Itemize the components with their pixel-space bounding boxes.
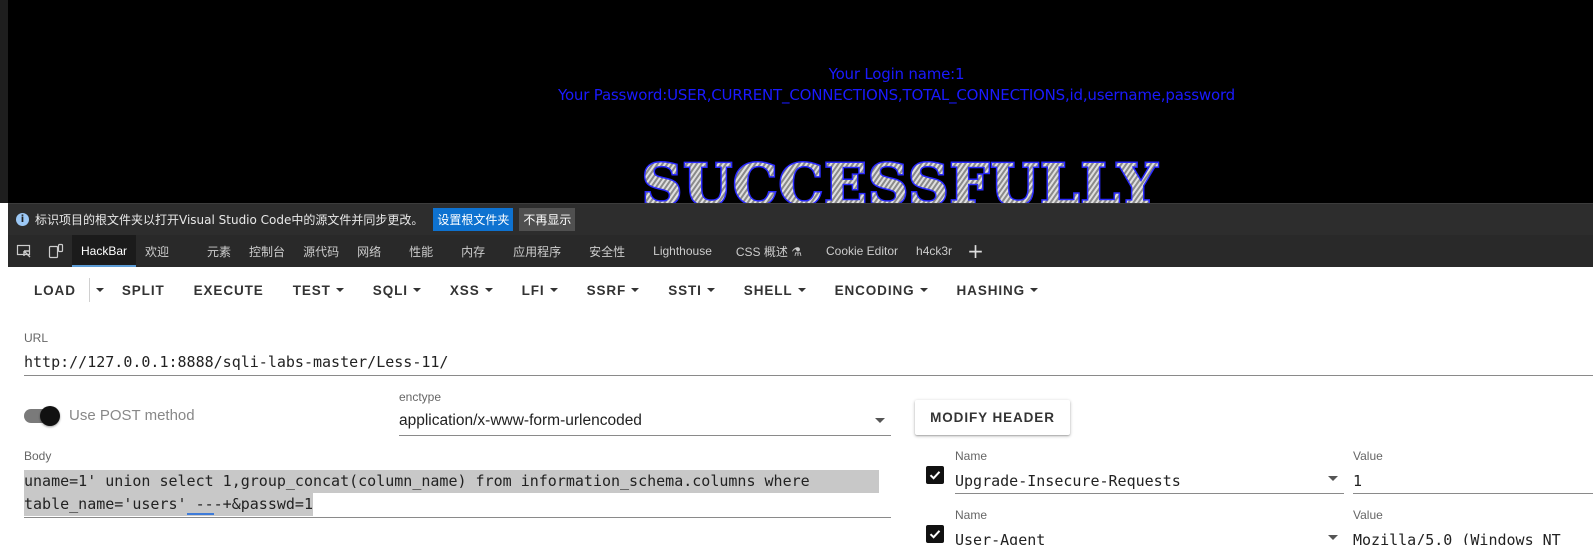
caret-down-icon — [706, 288, 715, 292]
tab-elements[interactable]: 元素 — [198, 235, 240, 267]
checkmark-icon — [929, 471, 941, 480]
tab-css-overview[interactable]: CSS 概述 ⚗ — [727, 235, 811, 267]
header-1-value: 1 — [1353, 472, 1363, 490]
dropdown-arrow-icon — [1328, 535, 1338, 540]
devtools-notification-bar: i 标识项目的根文件夹以打开Visual Studio Code中的源文件并同步… — [8, 203, 1593, 235]
header-2-name-select[interactable]: User-Agent — [955, 528, 1344, 545]
header-1-value-input[interactable]: 1 — [1353, 469, 1593, 494]
caret-down-icon — [919, 288, 928, 292]
password-text: Your Password:USER,CURRENT_CONNECTIONS,T… — [557, 86, 1235, 104]
lfi-menu[interactable]: LFI — [510, 283, 575, 298]
xss-menu-label: XSS — [449, 282, 480, 298]
lfi-menu-label: LFI — [521, 282, 545, 298]
add-tab-icon[interactable]: + — [961, 235, 990, 267]
tab-h4ck3r[interactable]: h4ck3r — [907, 235, 961, 267]
shell-menu[interactable]: SHELL — [732, 283, 823, 298]
header-1-name-label: Name — [955, 449, 988, 463]
ssti-menu-label: SSTI — [668, 282, 702, 298]
url-input[interactable]: http://127.0.0.1:8888/sqli-labs-master/L… — [24, 353, 1593, 376]
body-label: Body — [24, 449, 52, 463]
tab-console[interactable]: 控制台 — [240, 235, 294, 267]
enctype-value: application/x-www-form-urlencoded — [399, 412, 642, 429]
post-method-label: Use POST method — [69, 407, 195, 424]
header-1-name-select[interactable]: Upgrade-Insecure-Requests — [955, 469, 1344, 494]
header-2-value-label: Value — [1353, 508, 1383, 522]
dropdown-arrow-icon — [1328, 476, 1338, 481]
header-2-value-input[interactable]: Mozilla/5.0 (Windows NT — [1353, 528, 1593, 545]
hashing-menu[interactable]: HASHING — [945, 283, 1056, 298]
header-2-value: Mozilla/5.0 (Windows NT — [1353, 531, 1561, 545]
header-1-value-label: Value — [1353, 449, 1383, 463]
tab-network[interactable]: 网络 — [348, 235, 390, 267]
tab-performance[interactable]: 性能 — [400, 235, 442, 267]
toggle-knob — [40, 406, 60, 426]
shell-menu-label: SHELL — [743, 282, 793, 298]
hackbar-toolbar: LOAD SPLIT EXECUTE TEST SQLI XSS LFI SSR… — [8, 267, 1593, 313]
dont-show-again-button[interactable]: 不再显示 — [519, 208, 576, 231]
header-1-checkbox[interactable] — [926, 466, 944, 484]
xss-menu[interactable]: XSS — [438, 283, 510, 298]
enctype-label: enctype — [399, 390, 442, 404]
post-method-toggle[interactable] — [24, 405, 60, 427]
enctype-select[interactable]: application/x-www-form-urlencoded — [399, 409, 891, 436]
tab-security[interactable]: 安全性 — [580, 235, 634, 267]
header-2-checkbox[interactable] — [926, 525, 944, 543]
caret-down-icon — [797, 288, 806, 292]
caret-down-icon — [484, 288, 493, 292]
login-name-text: Your Login name:1 — [828, 65, 965, 83]
caret-down-icon — [549, 288, 558, 292]
modify-header-button[interactable]: MODIFY HEADER — [915, 400, 1070, 435]
header-2-name-label: Name — [955, 508, 988, 522]
tab-welcome[interactable]: 欢迎 — [136, 235, 178, 267]
test-menu-label: TEST — [292, 282, 331, 298]
caret-down-icon — [335, 288, 344, 292]
caret-down-icon — [412, 288, 421, 292]
checkmark-icon — [929, 530, 941, 539]
device-emulation-icon[interactable] — [40, 235, 72, 267]
tab-cookie-editor[interactable]: Cookie Editor — [817, 235, 907, 267]
tab-application[interactable]: 应用程序 — [504, 235, 570, 267]
body-line-2-marked: -- — [186, 495, 214, 515]
load-dropdown-button[interactable] — [90, 288, 110, 292]
ssrf-menu-label: SSRF — [586, 282, 627, 298]
sqli-menu-label: SQLI — [372, 282, 408, 298]
body-line-1: uname=1' union select 1,group_concat(col… — [24, 470, 879, 493]
set-root-folder-button[interactable]: 设置根文件夹 — [433, 208, 514, 231]
split-button[interactable]: SPLIT — [110, 283, 182, 298]
execute-button[interactable]: EXECUTE — [182, 283, 281, 298]
encoding-menu[interactable]: ENCODING — [823, 283, 945, 298]
encoding-menu-label: ENCODING — [834, 282, 915, 298]
info-icon: i — [16, 213, 29, 226]
ssti-menu[interactable]: SSTI — [656, 283, 732, 298]
web-page-viewport: Your Login name:1 Your Password:USER,CUR… — [0, 0, 1593, 203]
url-label: URL — [24, 331, 49, 345]
window-left-edge — [0, 0, 8, 203]
tab-lighthouse[interactable]: Lighthouse — [644, 235, 721, 267]
ssrf-menu[interactable]: SSRF — [575, 283, 657, 298]
dropdown-arrow-icon — [875, 418, 885, 423]
caret-down-icon — [95, 288, 104, 292]
header-2-name: User-Agent — [955, 531, 1046, 545]
banner-text: SUCCESSFULLY — [642, 152, 1159, 203]
test-menu[interactable]: TEST — [281, 283, 361, 298]
successfully-banner-image: SUCCESSFULLY — [640, 151, 1159, 204]
hashing-menu-label: HASHING — [956, 282, 1026, 298]
tab-memory[interactable]: 内存 — [452, 235, 494, 267]
tab-sources[interactable]: 源代码 — [294, 235, 348, 267]
devtools-tab-strip: HackBar 欢迎 元素 控制台 源代码 网络 性能 内存 应用程序 安全性 … — [8, 235, 1593, 267]
body-line-2-end: -+&passwd=1 — [213, 495, 313, 513]
body-line-2-start: table_name='users' — [24, 495, 187, 513]
caret-down-icon — [1030, 288, 1039, 292]
sqli-menu[interactable]: SQLI — [361, 283, 438, 298]
tab-hackbar[interactable]: HackBar — [72, 235, 137, 267]
inspect-element-icon[interactable] — [8, 235, 40, 267]
body-textarea[interactable]: uname=1' union select 1,group_concat(col… — [24, 468, 891, 518]
body-line-2: table_name='users' ---+&passwd=1 — [24, 493, 313, 516]
load-button[interactable]: LOAD — [22, 283, 93, 298]
notification-message: 标识项目的根文件夹以打开Visual Studio Code中的源文件并同步更改… — [35, 213, 424, 227]
header-1-name: Upgrade-Insecure-Requests — [955, 472, 1181, 490]
caret-down-icon — [631, 288, 640, 292]
